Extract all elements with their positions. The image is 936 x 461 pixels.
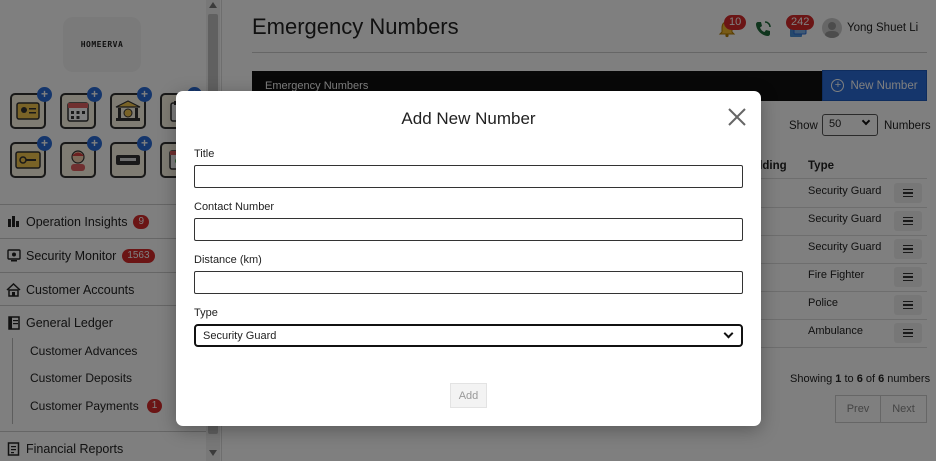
distance-input[interactable] bbox=[194, 271, 743, 294]
add-number-modal: Add New Number Title Contact Number Dist… bbox=[176, 91, 761, 426]
distance-field-label: Distance (km) bbox=[194, 254, 262, 266]
title-input[interactable] bbox=[194, 165, 743, 188]
contact-number-input[interactable] bbox=[194, 218, 743, 241]
type-select[interactable]: Security Guard bbox=[194, 324, 743, 347]
type-select-value: Security Guard bbox=[203, 329, 277, 342]
title-field-label: Title bbox=[194, 148, 215, 160]
close-icon[interactable] bbox=[725, 105, 749, 129]
contact-number-field-label: Contact Number bbox=[194, 201, 275, 213]
add-button[interactable]: Add bbox=[450, 383, 487, 408]
chevron-down-icon bbox=[723, 328, 734, 339]
modal-title: Add New Number bbox=[401, 109, 536, 128]
type-field-label: Type bbox=[194, 307, 218, 319]
add-label: Add bbox=[458, 389, 479, 402]
